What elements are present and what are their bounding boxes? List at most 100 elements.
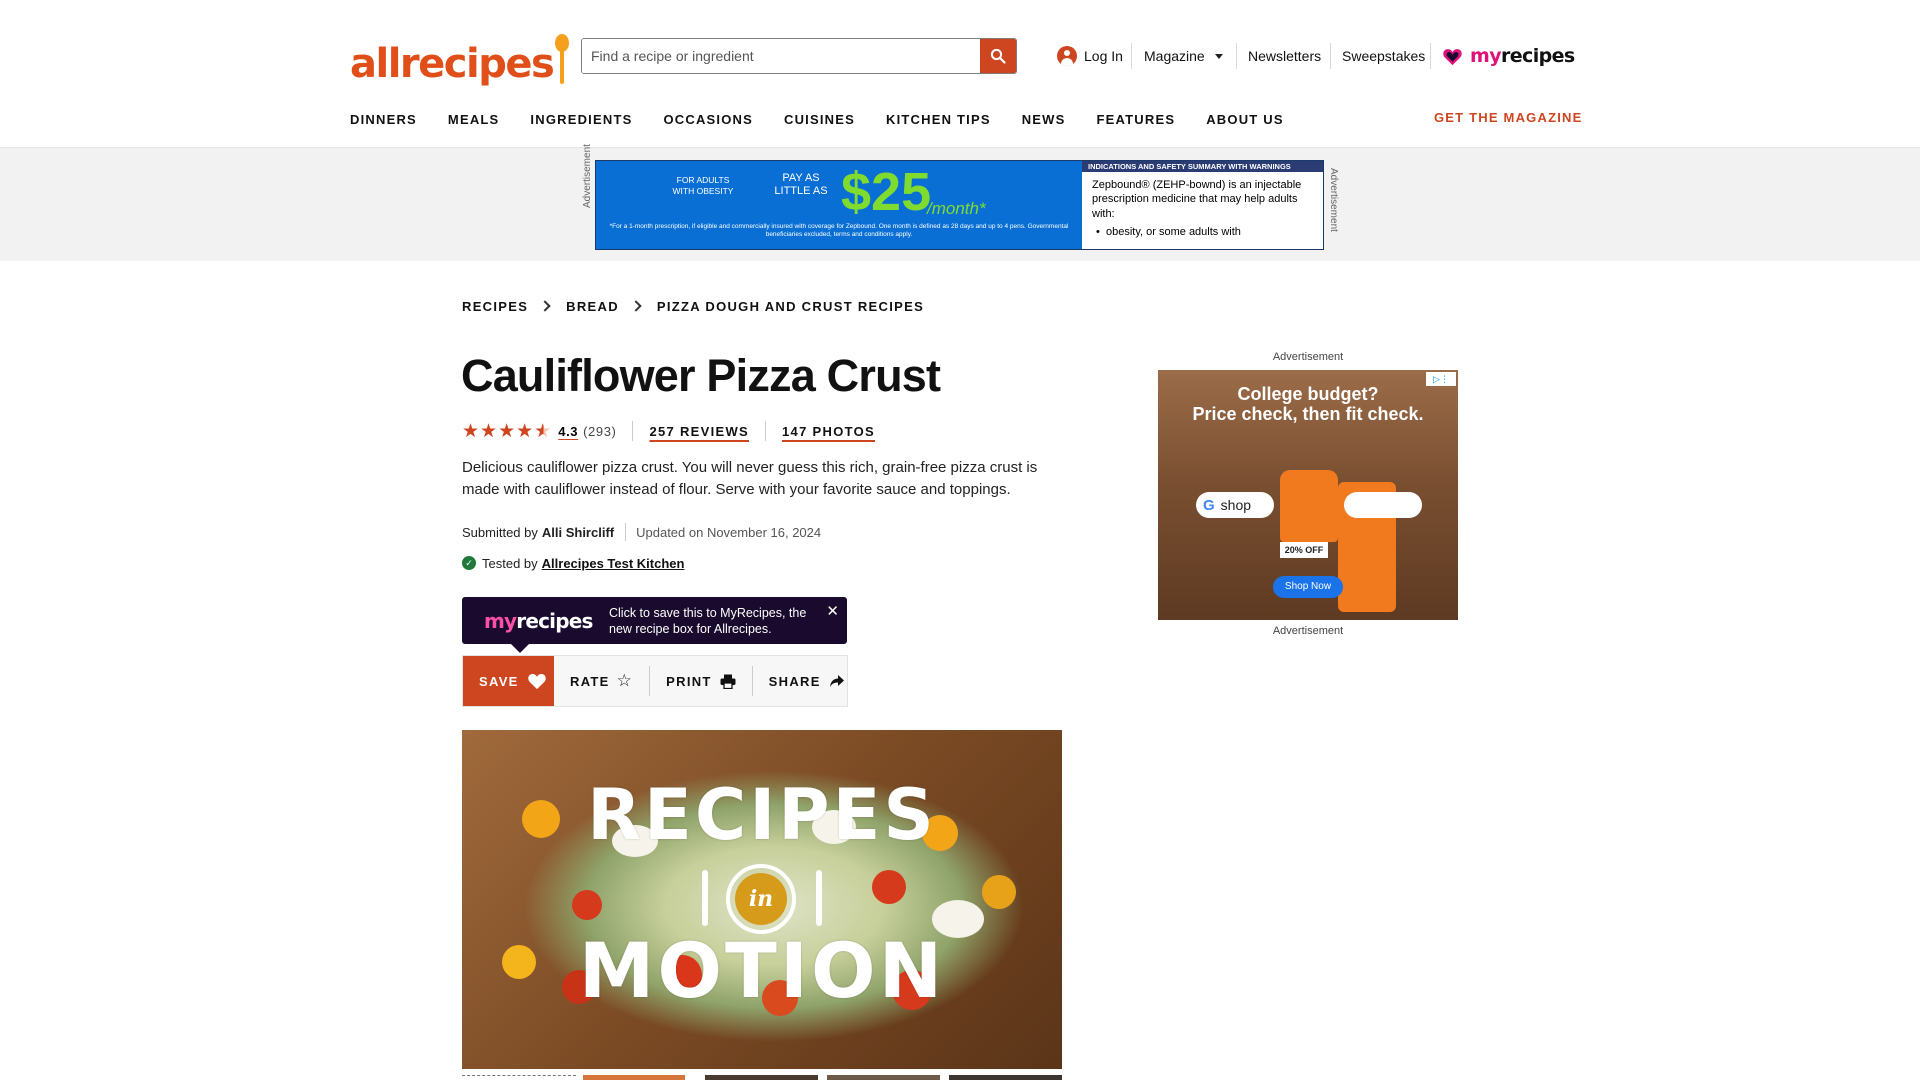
ad-right-head: INDICATIONS AND SAFETY SUMMARY WITH WARN… xyxy=(1082,161,1323,172)
discount-tag: 20% OFF xyxy=(1280,542,1328,558)
chevron-right-icon xyxy=(630,300,642,312)
side-ad-label-bottom: Advertisement xyxy=(1272,625,1344,637)
ad-price: $25 xyxy=(841,162,932,222)
main-nav: DINNERS MEALS INGREDIENTS OCCASIONS CUIS… xyxy=(350,108,1315,130)
tested-by: ✓ Tested by Allrecipes Test Kitchen xyxy=(462,553,684,573)
magazine-dropdown[interactable]: Magazine xyxy=(1144,44,1223,68)
login-label: Log In xyxy=(1084,48,1123,64)
myrecipes-promo[interactable]: myrecipes Click to save this to MyRecipe… xyxy=(462,597,847,653)
nav-ingredients[interactable]: INGREDIENTS xyxy=(530,112,632,127)
close-icon[interactable]: ✕ xyxy=(826,602,839,620)
search-button[interactable] xyxy=(980,39,1016,73)
user-icon xyxy=(1057,46,1077,66)
ad-per-month: /month* xyxy=(927,199,986,218)
ad-adults-text: FOR ADULTS WITH OBESITY xyxy=(672,175,734,197)
star-icon: ★ xyxy=(462,420,480,442)
side-ad-headline: College budget? Price check, then fit ch… xyxy=(1192,384,1424,424)
side-ad[interactable]: ▷⋮ College budget? Price check, then fit… xyxy=(1158,370,1458,620)
zepbound-ad[interactable]: FOR ADULTS WITH OBESITY PAY AS LITTLE AS… xyxy=(595,160,1324,250)
hero-in-text: in xyxy=(735,873,787,925)
promo-rec: recipes xyxy=(516,608,593,633)
save-label: SAVE xyxy=(479,673,519,689)
rating-count: (293) xyxy=(583,423,617,439)
allrecipes-logo[interactable]: allrecipes xyxy=(350,28,570,87)
divider xyxy=(632,421,634,441)
breadcrumb-pizza-dough[interactable]: PIZZA DOUGH AND CRUST RECIPES xyxy=(657,299,924,314)
side-ad-search-text: shop xyxy=(1220,497,1252,513)
star-icon: ★ xyxy=(498,420,516,442)
breadcrumb-recipes[interactable]: RECIPES xyxy=(462,299,528,314)
ad-right-body: Zepbound® (ZEHP-bownd) is an injectable … xyxy=(1082,172,1323,245)
nav-cuisines[interactable]: CUISINES xyxy=(784,112,855,127)
ad-pay-text: PAY AS LITTLE AS xyxy=(774,172,828,197)
nav-dinners[interactable]: DINNERS xyxy=(350,112,417,127)
fork-icon xyxy=(702,870,708,926)
test-kitchen-link[interactable]: Allrecipes Test Kitchen xyxy=(542,556,685,571)
login-link[interactable]: Log In xyxy=(1057,44,1123,68)
get-magazine-link[interactable]: GET THE MAGAZINE xyxy=(1434,110,1582,125)
myrecipes-promo-logo: myrecipes xyxy=(484,609,609,633)
side-ad-search: G shop xyxy=(1196,492,1274,518)
knife-icon xyxy=(816,870,822,926)
side-ad-label-top: Advertisement xyxy=(1272,351,1344,363)
promo-my: my xyxy=(484,608,517,633)
share-button[interactable]: SHARE xyxy=(753,656,845,706)
search-input[interactable] xyxy=(582,39,980,73)
photos-link[interactable]: 147 PHOTOS xyxy=(782,424,875,439)
breadcrumb-bread[interactable]: BREAD xyxy=(566,299,619,314)
printer-icon xyxy=(720,674,736,689)
spoon-icon xyxy=(555,34,570,84)
share-arrow-icon xyxy=(829,675,844,687)
nav-about-us[interactable]: ABOUT US xyxy=(1206,112,1284,127)
myrecipes-link[interactable]: myrecipes xyxy=(1442,44,1575,68)
nav-meals[interactable]: MEALS xyxy=(448,112,500,127)
breadcrumb: RECIPES BREAD PIZZA DOUGH AND CRUST RECI… xyxy=(462,296,924,316)
rating-row: ★ ★ ★ ★ ★ 4.3 (293) 257 REVIEWS 147 PHOT… xyxy=(462,420,875,442)
tomato-red xyxy=(872,870,906,904)
nav-occasions[interactable]: OCCASIONS xyxy=(663,112,753,127)
shop-now-button[interactable]: Shop Now xyxy=(1273,576,1343,598)
chevron-right-icon xyxy=(539,300,551,312)
ad-label-right: Advertisement xyxy=(1328,168,1339,232)
thumbnail[interactable] xyxy=(949,1075,1062,1080)
thumbnail[interactable] xyxy=(705,1075,818,1080)
verified-check-icon: ✓ xyxy=(462,556,476,570)
thumbnail[interactable] xyxy=(827,1075,940,1080)
divider xyxy=(765,421,767,441)
bullet-icon: • xyxy=(1096,225,1100,238)
byline: Submitted by Alli Shircliff Updated on N… xyxy=(462,522,821,542)
nav-news[interactable]: NEWS xyxy=(1022,112,1066,127)
ad-label-left: Advertisement xyxy=(582,144,593,208)
heart-icon xyxy=(527,674,546,690)
nav-features[interactable]: FEATURES xyxy=(1097,112,1176,127)
recipe-actions: SAVE RATE ☆ PRINT SHARE xyxy=(462,655,848,707)
newsletters-link[interactable]: Newsletters xyxy=(1248,44,1321,68)
print-button[interactable]: PRINT xyxy=(650,656,752,706)
divider xyxy=(1430,43,1431,69)
recipe-video-thumbnail[interactable]: RECIPES in MOTION xyxy=(462,730,1062,1069)
rate-label: RATE xyxy=(570,673,610,689)
save-button[interactable]: SAVE xyxy=(463,656,554,706)
logo-text: allrecipes xyxy=(350,41,555,87)
divider xyxy=(625,523,627,541)
tested-prefix: Tested by xyxy=(482,555,538,571)
star-rating[interactable]: ★ ★ ★ ★ ★ xyxy=(462,422,552,441)
tomato-yellow xyxy=(982,875,1016,909)
author-link[interactable]: Alli Shircliff xyxy=(542,525,614,540)
star-icon: ★ xyxy=(516,420,534,442)
magazine-label: Magazine xyxy=(1144,48,1205,64)
rate-button[interactable]: RATE ☆ xyxy=(554,656,649,706)
thumbnail[interactable] xyxy=(583,1075,685,1080)
updated-date: Updated on November 16, 2024 xyxy=(636,524,822,540)
sweepstakes-link[interactable]: Sweepstakes xyxy=(1342,44,1425,68)
thumbnail[interactable] xyxy=(462,1075,576,1080)
divider xyxy=(1236,43,1237,69)
myrecipes-rec: recipes xyxy=(1500,45,1575,67)
nav-kitchen-tips[interactable]: KITCHEN TIPS xyxy=(886,112,991,127)
print-label: PRINT xyxy=(666,673,712,689)
rating-value[interactable]: 4.3 xyxy=(558,424,578,439)
ad-right-panel: INDICATIONS AND SAFETY SUMMARY WITH WARN… xyxy=(1082,161,1323,249)
hero-line-1: RECIPES xyxy=(587,774,937,856)
ad-bullet-item: • obesity, or some adults with xyxy=(1092,225,1313,239)
reviews-link[interactable]: 257 REVIEWS xyxy=(649,424,749,439)
